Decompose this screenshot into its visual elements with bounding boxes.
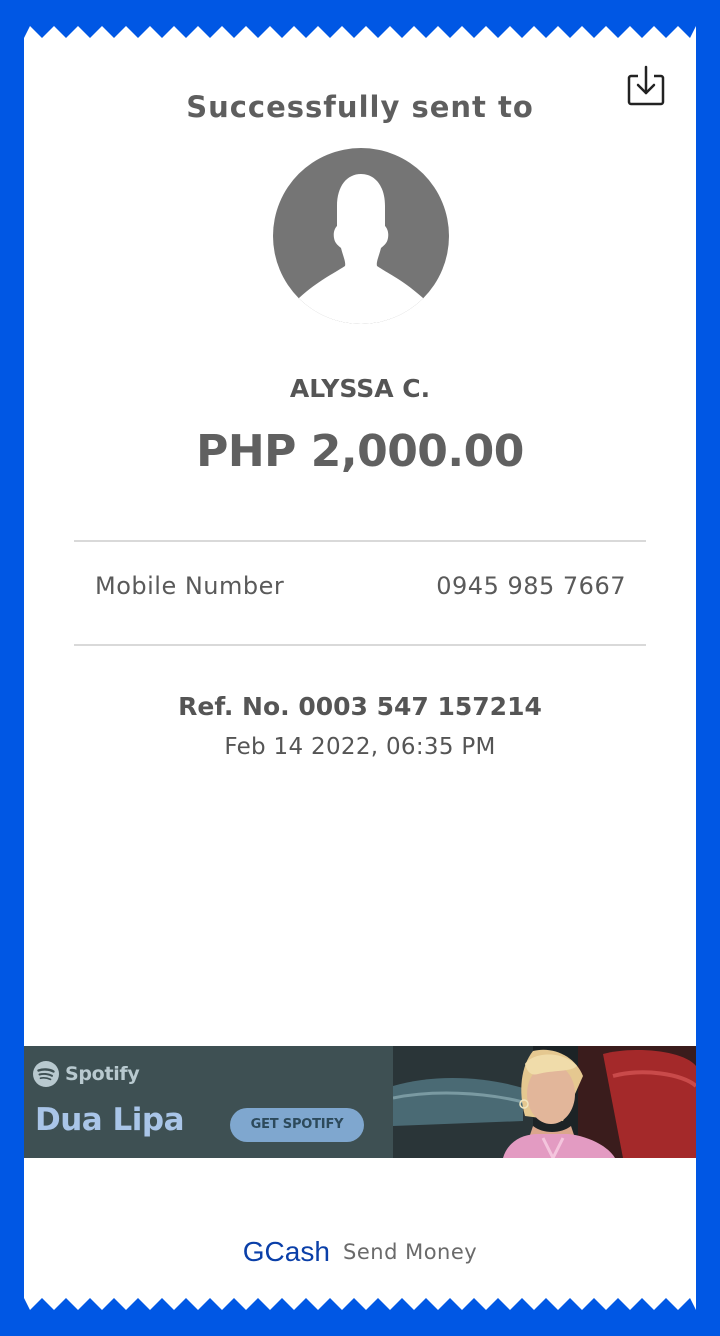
ad-logo: Spotify [32, 1060, 140, 1088]
recipient-avatar [273, 148, 449, 324]
download-icon [627, 65, 665, 106]
transaction-timestamp: Feb 14 2022, 06:35 PM [224, 734, 496, 760]
download-button[interactable] [626, 64, 666, 108]
gcash-logo: GCash [242, 1236, 330, 1267]
divider [74, 540, 646, 542]
spotify-ad-banner[interactable]: Spotify Dua Lipa GET SPOTIFY [24, 1046, 696, 1158]
mobile-number-label: Mobile Number [95, 572, 285, 600]
artist-photo [393, 1046, 696, 1158]
ad-headline: Dua Lipa [35, 1102, 185, 1138]
receipt-card: Successfully sent to ALYSSA C. PHP 2,000… [24, 24, 696, 1312]
recipient-name: ALYSSA C. [289, 374, 431, 403]
ad-brand-name: Spotify [65, 1063, 140, 1085]
spotify-logo-icon [33, 1061, 59, 1087]
success-title: Successfully sent to [186, 90, 534, 124]
footer-service-label: Send Money [343, 1240, 478, 1264]
divider [74, 644, 646, 646]
footer: GCash Send Money [24, 1236, 696, 1268]
amount-sent: PHP 2,000.00 [196, 426, 524, 477]
mobile-number-value: 0945 985 7667 [436, 572, 626, 600]
avatar-placeholder-icon [273, 148, 449, 324]
get-spotify-button[interactable]: GET SPOTIFY [230, 1108, 364, 1142]
receipt-top-edge [24, 24, 696, 38]
receipt-bottom-edge [24, 1298, 696, 1312]
reference-number: Ref. No. 0003 547 157214 [178, 692, 542, 721]
